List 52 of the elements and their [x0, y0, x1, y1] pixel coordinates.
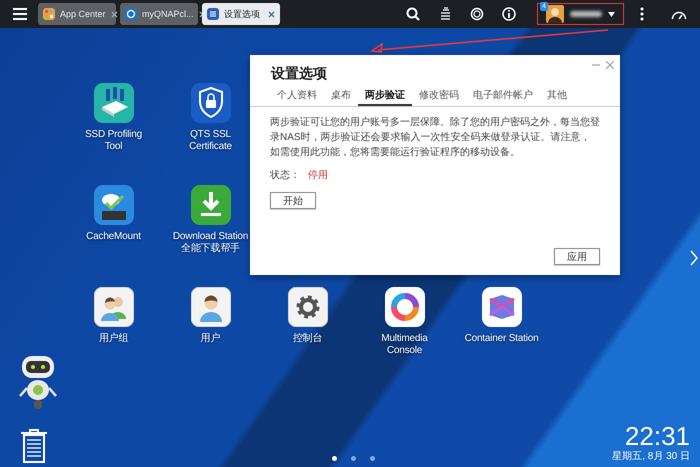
menu-icon[interactable] — [13, 8, 27, 20]
next-page-icon[interactable] — [690, 250, 698, 266]
download-icon[interactable] — [190, 185, 230, 225]
clock-date: 星期五, 8月 30 日 — [612, 450, 690, 463]
caret-icon[interactable] — [608, 12, 615, 16]
page-dot[interactable] — [332, 456, 337, 461]
blurred-username — [570, 11, 602, 17]
trash-icon[interactable] — [20, 428, 48, 464]
ssd-icon[interactable] — [94, 83, 134, 123]
settings-tab[interactable]: 两步验证 — [358, 86, 412, 106]
app-label[interactable]: 用户 — [200, 333, 220, 345]
cloud-drive-icon[interactable] — [94, 185, 134, 225]
app-label[interactable]: Container Station — [464, 333, 538, 345]
app-label[interactable]: 用户组 — [98, 333, 128, 345]
sliders-icon — [207, 8, 219, 20]
app-label[interactable]: Multimedia Console — [366, 333, 442, 357]
ring-icon[interactable] — [384, 287, 424, 327]
page-dot[interactable] — [370, 456, 375, 461]
settings-tab[interactable]: 桌布 — [324, 86, 358, 106]
app-label[interactable]: QTS SSL Certificate — [172, 129, 248, 153]
search-icon[interactable] — [406, 7, 420, 21]
app-tab[interactable]: App Center — [38, 3, 116, 25]
settings-tab[interactable]: 修改密码 — [412, 86, 466, 106]
cube-icon[interactable] — [482, 287, 522, 327]
settings-tab[interactable]: 其他 — [540, 86, 574, 106]
app-grid-icon — [43, 8, 55, 20]
page-dot[interactable] — [351, 456, 356, 461]
settings-tab[interactable]: 个人资料 — [270, 86, 324, 106]
settings-tab[interactable]: 电子邮件帐户 — [466, 86, 540, 106]
info-icon[interactable] — [502, 7, 516, 21]
clock-time: 22:31 — [624, 423, 690, 449]
app-label[interactable]: CacheMount — [86, 231, 141, 243]
app-label[interactable]: 控制台 — [292, 333, 322, 345]
app-label[interactable]: SSD Profiling Tool — [76, 129, 152, 153]
avatar-icon[interactable] — [546, 5, 564, 23]
cloud-icon — [125, 8, 137, 20]
app-tab[interactable]: 设置选项 — [202, 3, 280, 25]
more-icon[interactable] — [640, 7, 644, 21]
users-icon[interactable] — [94, 287, 134, 327]
apply-button[interactable]: 应用 — [554, 248, 600, 265]
sync-icon[interactable] — [470, 7, 484, 21]
start-button[interactable]: 开始 — [270, 192, 316, 209]
close-icon[interactable] — [110, 10, 118, 18]
dialog-title: 设置选项 — [271, 65, 328, 83]
user-icon[interactable] — [190, 287, 230, 327]
description-text: 两步验证可让您的用户账号多一层保障。除了您的用户密码之外，每当您登录NAS时，两步验证还会要求输入一次性安全码来做登录认证。请注意，如需使用此功能，您将需要能运行验证程序的移动设备。 — [270, 116, 600, 160]
gear-icon[interactable] — [288, 287, 328, 327]
status-label: 状态： — [270, 168, 300, 182]
stack-icon[interactable] — [438, 7, 452, 21]
status-value: 停用 — [308, 169, 328, 182]
shield-lock-icon[interactable] — [190, 83, 230, 123]
app-label[interactable]: Download Station 全能下载帮手 — [172, 231, 248, 255]
